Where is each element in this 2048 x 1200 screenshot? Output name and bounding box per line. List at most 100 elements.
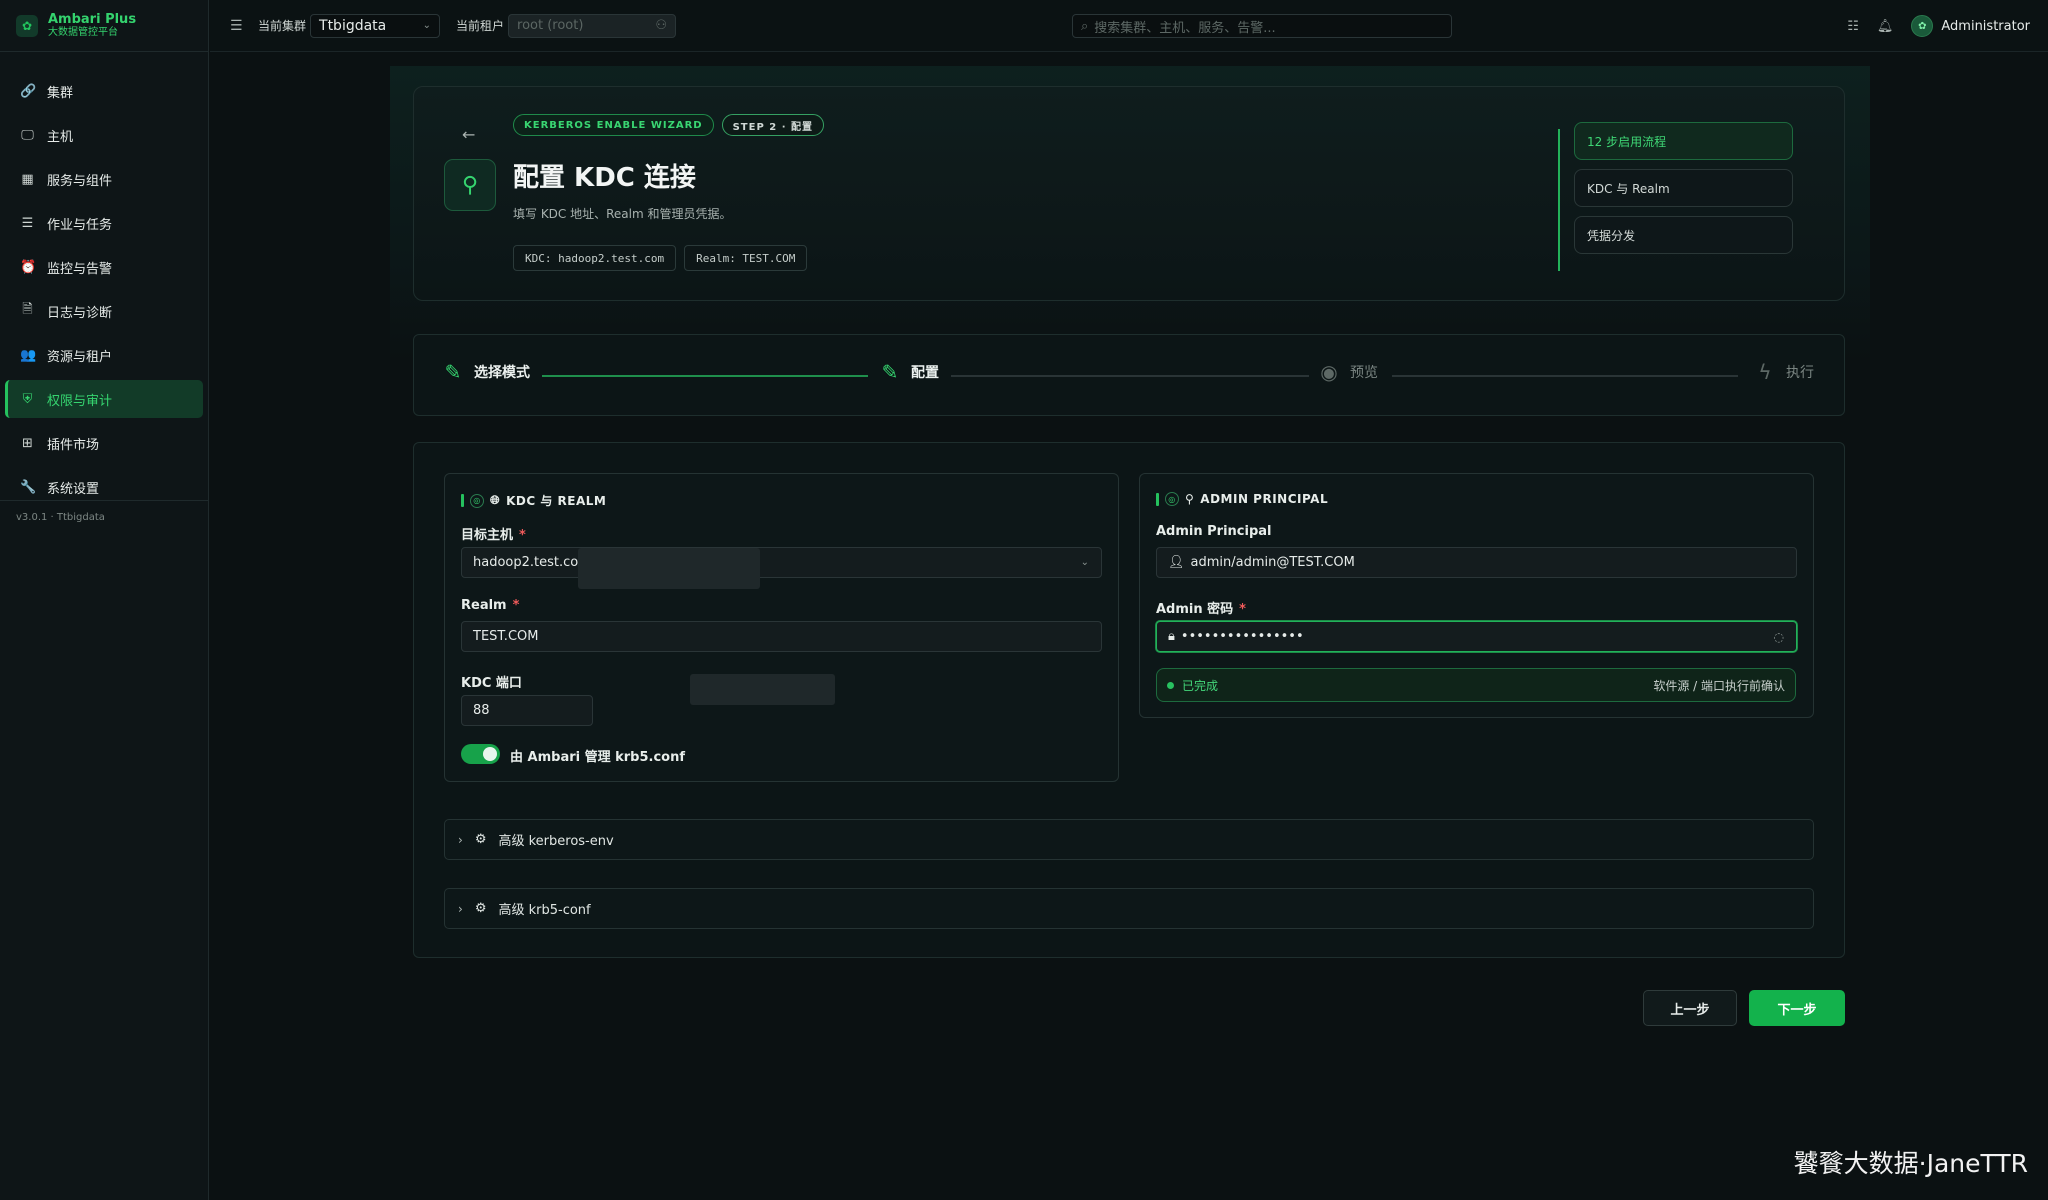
- key-icon: ⚲: [1185, 492, 1195, 506]
- eye-icon: ◉: [1320, 360, 1338, 384]
- form-panel: ◎ 🌐︎ KDC 与 REALM 目标主机 * hadoop2.test.con …: [413, 442, 1845, 958]
- sidebar-item-4[interactable]: ⏰ 监控与告警: [5, 248, 203, 286]
- collapse-menu-icon[interactable]: ☰: [230, 18, 246, 34]
- step-connector: [1392, 375, 1738, 377]
- user-icon: 👤︎: [1168, 555, 1185, 570]
- wizard-stepper: ✎ 选择模式 ✎ 配置 ◉ 预览 ϟ 执行: [413, 334, 1845, 416]
- next-button[interactable]: 下一步: [1749, 990, 1845, 1026]
- realm-chip: Realm: TEST.COM: [684, 245, 808, 271]
- globe-icon: 🌐︎: [490, 493, 501, 507]
- brand-subtitle: 大数据管控平台: [48, 27, 118, 38]
- sidebar-item-label: 资源与租户: [47, 349, 113, 365]
- port-label: KDC 端口: [461, 676, 522, 691]
- tree-logo-icon: ✿: [16, 14, 38, 37]
- step-connector: [951, 375, 1309, 377]
- sidebar-item-label: 插件市场: [47, 437, 100, 453]
- chevron-down-icon: ⌄: [1080, 557, 1089, 568]
- step-execute[interactable]: ϟ 执行: [1754, 360, 1814, 384]
- accent-bar: [461, 494, 464, 507]
- sidebar-item-5[interactable]: 🗎 日志与诊断: [5, 292, 203, 330]
- topbar: ☰ 当前集群 Ttbigdata ⌄ 当前租户 root (root) ⚇ ⌕ …: [210, 0, 2048, 52]
- cluster-label: 当前集群: [258, 19, 307, 33]
- prev-button[interactable]: 上一步: [1643, 990, 1737, 1026]
- kdc-port-input[interactable]: 88: [461, 695, 593, 726]
- step-badge: STEP 2 · 配置: [721, 114, 824, 136]
- side-step-kdc-realm[interactable]: KDC 与 Realm: [1574, 169, 1793, 207]
- user-menu[interactable]: ✿ Administrator: [1911, 15, 2030, 37]
- sidebar-nav: 🔗 集群 🖵 主机 ▦ 服务与组件 ☰ 作业与任务 ⏰ 监控与告警 🗎 日志与诊断 👥 资源与租户 ⛨ 权限与…: [0, 52, 208, 506]
- realm-label: Realm *: [461, 598, 520, 613]
- sidebar-item-6[interactable]: 👥 资源与租户: [5, 336, 203, 374]
- cluster-select[interactable]: Ttbigdata ⌄: [310, 13, 441, 38]
- eye-off-icon[interactable]: ◌: [1774, 630, 1784, 644]
- step-connector: [542, 375, 868, 377]
- page-title: 配置 KDC 连接: [513, 163, 696, 193]
- redacted-overlay: [578, 548, 760, 589]
- side-step-flow[interactable]: 12 步启用流程: [1574, 122, 1793, 160]
- key-search-icon: ⚲: [444, 159, 496, 211]
- kerberos-env-accordion[interactable]: › ⚙ 高级 kerberos-env: [444, 819, 1814, 860]
- wizard-hero: ← ⚲ KERBEROS ENABLE WIZARD STEP 2 · 配置 配…: [413, 86, 1845, 301]
- step-label: 配置: [911, 365, 939, 381]
- tenant-input[interactable]: root (root) ⚇: [508, 13, 677, 38]
- chevron-right-icon: ›: [458, 901, 463, 916]
- krb5-conf-accordion[interactable]: › ⚙ 高级 krb5-conf: [444, 888, 1814, 929]
- step-config[interactable]: ✎ 配置: [879, 360, 939, 384]
- edit-icon: ✎: [881, 360, 899, 384]
- wrench-icon: 🔧: [20, 479, 37, 495]
- sidebar-item-label: 监控与告警: [47, 261, 113, 277]
- step-label: 选择模式: [474, 365, 530, 381]
- brand[interactable]: ✿ Ambari Plus 大数据管控平台: [0, 0, 208, 52]
- search-input[interactable]: ⌕ 搜索集群、主机、服务、告警...: [1072, 14, 1452, 38]
- kdc-chip: KDC: hadoop2.test.com: [513, 245, 677, 271]
- link-icon: 🔗: [20, 83, 37, 99]
- sidebar-item-7[interactable]: ⛨ 权限与审计: [5, 380, 203, 418]
- sidebar-divider: [0, 500, 209, 501]
- step-select-mode[interactable]: ✎ 选择模式: [442, 360, 530, 384]
- search-placeholder: 搜索集群、主机、服务、告警...: [1094, 20, 1276, 36]
- users-icon: 👥: [20, 347, 37, 363]
- host-label: 目标主机 *: [461, 528, 526, 543]
- plugin-icon: ⊞: [22, 435, 33, 451]
- target-host-value: hadoop2.test.con: [473, 555, 587, 570]
- status-banner: 已完成 软件源 / 端口执行前确认: [1156, 668, 1796, 702]
- list-icon: ☰: [21, 215, 34, 231]
- target-host-select[interactable]: hadoop2.test.con ⌄: [461, 547, 1102, 578]
- step-label: 预览: [1350, 365, 1378, 381]
- status-hint: 软件源 / 端口执行前确认: [1653, 678, 1785, 693]
- bell-icon[interactable]: 🔔︎: [1877, 19, 1894, 34]
- chevron-down-icon: ⌄: [422, 20, 432, 31]
- task-list-icon[interactable]: ☷: [1847, 19, 1859, 34]
- hero-divider: [1558, 129, 1560, 271]
- sidebar-item-3[interactable]: ☰ 作业与任务: [5, 204, 203, 242]
- manage-krb5-toggle[interactable]: [461, 744, 500, 764]
- brand-name: Ambari Plus: [48, 12, 137, 27]
- side-step-credentials[interactable]: 凭据分发: [1574, 216, 1793, 254]
- kdc-realm-card: ◎ 🌐︎ KDC 与 REALM 目标主机 * hadoop2.test.con …: [444, 473, 1119, 782]
- chevron-right-icon: ›: [458, 832, 463, 847]
- sidebar-item-0[interactable]: 🔗 集群: [5, 72, 203, 110]
- check-circle-icon: ◎: [1165, 492, 1179, 506]
- page-subtitle: 填写 KDC 地址、Realm 和管理员凭据。: [513, 207, 732, 221]
- grid-icon: ▦: [21, 171, 34, 187]
- check-circle-icon: ◎: [470, 493, 484, 508]
- sidebar-item-label: 作业与任务: [47, 217, 113, 233]
- sidebar-item-2[interactable]: ▦ 服务与组件: [5, 160, 203, 198]
- sidebar-item-label: 服务与组件: [47, 173, 113, 189]
- back-arrow-icon[interactable]: ←: [462, 125, 475, 144]
- realm-input[interactable]: TEST.COM: [461, 621, 1102, 652]
- avatar: ✿: [1911, 15, 1934, 37]
- step-preview[interactable]: ◉ 预览: [1318, 360, 1378, 384]
- sidebar-item-1[interactable]: 🖵 主机: [5, 116, 203, 154]
- sidebar-item-label: 集群: [47, 85, 74, 101]
- admin-password-input[interactable]: 🔒︎ •••••••••••••••• ◌: [1156, 621, 1797, 652]
- shield-icon: ⛨: [22, 391, 33, 407]
- sidebar: ✿ Ambari Plus 大数据管控平台 🔗 集群 🖵 主机 ▦ 服务与组件 ☰ 作业与任务…: [0, 0, 209, 1200]
- sidebar-item-label: 日志与诊断: [47, 305, 113, 321]
- admin-principal-card: ◎ ⚲ ADMIN PRINCIPAL Admin Principal 👤︎ a…: [1139, 473, 1814, 718]
- admin-principal-input[interactable]: 👤︎ admin/admin@TEST.COM: [1156, 547, 1797, 578]
- sidebar-item-8[interactable]: ⊞ 插件市场: [5, 424, 203, 462]
- kdc-card-title: KDC 与 REALM: [506, 494, 607, 508]
- lightning-icon: ϟ: [1758, 360, 1772, 384]
- alarm-icon: ⏰: [20, 259, 37, 275]
